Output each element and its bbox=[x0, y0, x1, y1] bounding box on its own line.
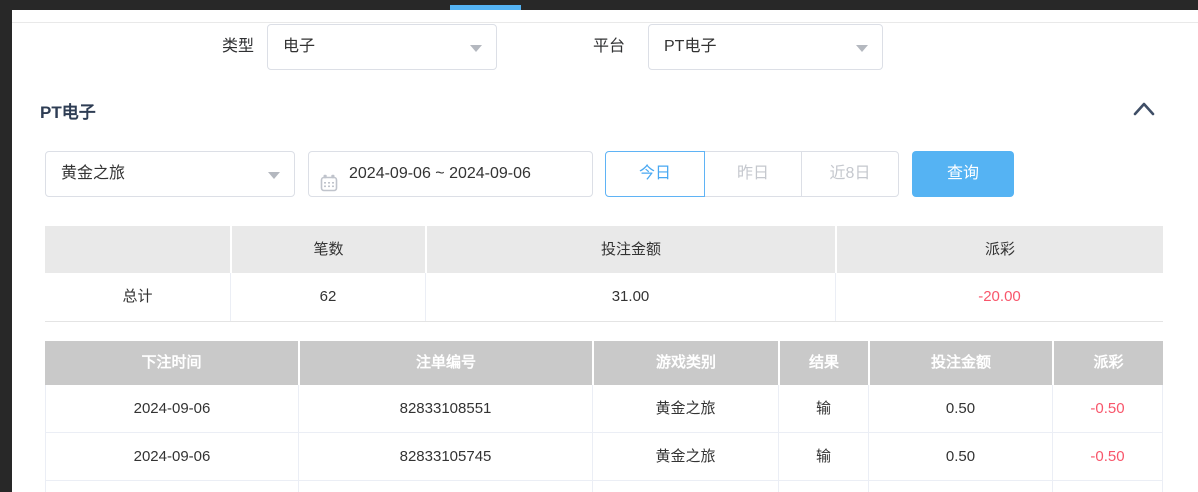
header-divider bbox=[12, 22, 1198, 23]
summary-total-count: 62 bbox=[230, 273, 425, 321]
type-label: 类型 bbox=[222, 24, 254, 70]
quick-date-button-group: 今日 昨日 近8日 bbox=[605, 151, 899, 197]
detail-header-payout: 派彩 bbox=[1052, 341, 1163, 385]
summary-table: 笔数 投注金额 派彩 总计 62 31.00 -20.00 bbox=[45, 226, 1163, 322]
summary-total-payout: -20.00 bbox=[835, 273, 1163, 321]
cell-game: 黄金之旅 bbox=[592, 385, 778, 432]
platform-label: 平台 bbox=[593, 24, 625, 70]
date-range-picker[interactable]: 2024-09-06 ~ 2024-09-06 bbox=[308, 151, 593, 197]
table-row: 2024-09-06 82833108551 黄金之旅 输 0.50 -0.50 bbox=[45, 385, 1163, 433]
chevron-down-icon bbox=[268, 172, 280, 179]
table-row-partial bbox=[45, 481, 1163, 492]
summary-header-blank bbox=[45, 226, 230, 273]
cell-amount: 0.50 bbox=[868, 433, 1052, 480]
cell-payout: -0.50 bbox=[1052, 385, 1163, 432]
detail-header-amount: 投注金额 bbox=[868, 341, 1052, 385]
search-button[interactable]: 查询 bbox=[912, 151, 1014, 197]
cell-bet-time: 2024-09-06 bbox=[45, 433, 298, 480]
type-select-value: 电子 bbox=[283, 38, 315, 55]
platform-select-value: PT电子 bbox=[664, 38, 716, 55]
detail-table: 下注时间 注单编号 游戏类别 结果 投注金额 派彩 2024-09-06 828… bbox=[45, 341, 1163, 492]
cell-bet-id: 82833108551 bbox=[298, 385, 592, 432]
calendar-icon bbox=[320, 166, 338, 210]
detail-header-game: 游戏类别 bbox=[592, 341, 778, 385]
summary-header-payout: 派彩 bbox=[835, 226, 1163, 273]
summary-header-amount: 投注金额 bbox=[425, 226, 835, 273]
game-select-value: 黄金之旅 bbox=[61, 165, 125, 182]
summary-total-label: 总计 bbox=[45, 273, 230, 321]
left-edge-bar bbox=[0, 0, 12, 492]
chevron-down-icon bbox=[470, 45, 482, 52]
summary-total-amount: 31.00 bbox=[425, 273, 835, 321]
cell-result: 输 bbox=[778, 433, 868, 480]
summary-total-row: 总计 62 31.00 -20.00 bbox=[45, 273, 1163, 322]
last8days-button[interactable]: 近8日 bbox=[801, 151, 899, 197]
game-select[interactable]: 黄金之旅 bbox=[45, 151, 295, 197]
type-select[interactable]: 电子 bbox=[267, 24, 497, 70]
detail-header-result: 结果 bbox=[778, 341, 868, 385]
detail-header-row: 下注时间 注单编号 游戏类别 结果 投注金额 派彩 bbox=[45, 341, 1163, 385]
summary-header-count: 笔数 bbox=[230, 226, 425, 273]
active-tab-indicator[interactable] bbox=[450, 5, 521, 10]
platform-select[interactable]: PT电子 bbox=[648, 24, 883, 70]
chevron-down-icon bbox=[856, 45, 868, 52]
cell-bet-time: 2024-09-06 bbox=[45, 385, 298, 432]
yesterday-button[interactable]: 昨日 bbox=[704, 151, 802, 197]
table-row: 2024-09-06 82833105745 黄金之旅 输 0.50 -0.50 bbox=[45, 433, 1163, 481]
cell-amount: 0.50 bbox=[868, 385, 1052, 432]
detail-header-time: 下注时间 bbox=[45, 341, 298, 385]
cell-game: 黄金之旅 bbox=[592, 433, 778, 480]
top-bar bbox=[0, 0, 1198, 10]
page: 类型 电子 平台 PT电子 PT电子 黄金之旅 bbox=[0, 0, 1198, 492]
summary-header-row: 笔数 投注金额 派彩 bbox=[45, 226, 1163, 273]
cell-bet-id: 82833105745 bbox=[298, 433, 592, 480]
today-button[interactable]: 今日 bbox=[605, 151, 705, 197]
date-range-value: 2024-09-06 ~ 2024-09-06 bbox=[349, 165, 531, 182]
cell-result: 输 bbox=[778, 385, 868, 432]
cell-payout: -0.50 bbox=[1052, 433, 1163, 480]
panel-title: PT电子 bbox=[40, 98, 96, 123]
collapse-chevron-icon[interactable] bbox=[1132, 100, 1156, 118]
detail-header-bet-id: 注单编号 bbox=[298, 341, 592, 385]
